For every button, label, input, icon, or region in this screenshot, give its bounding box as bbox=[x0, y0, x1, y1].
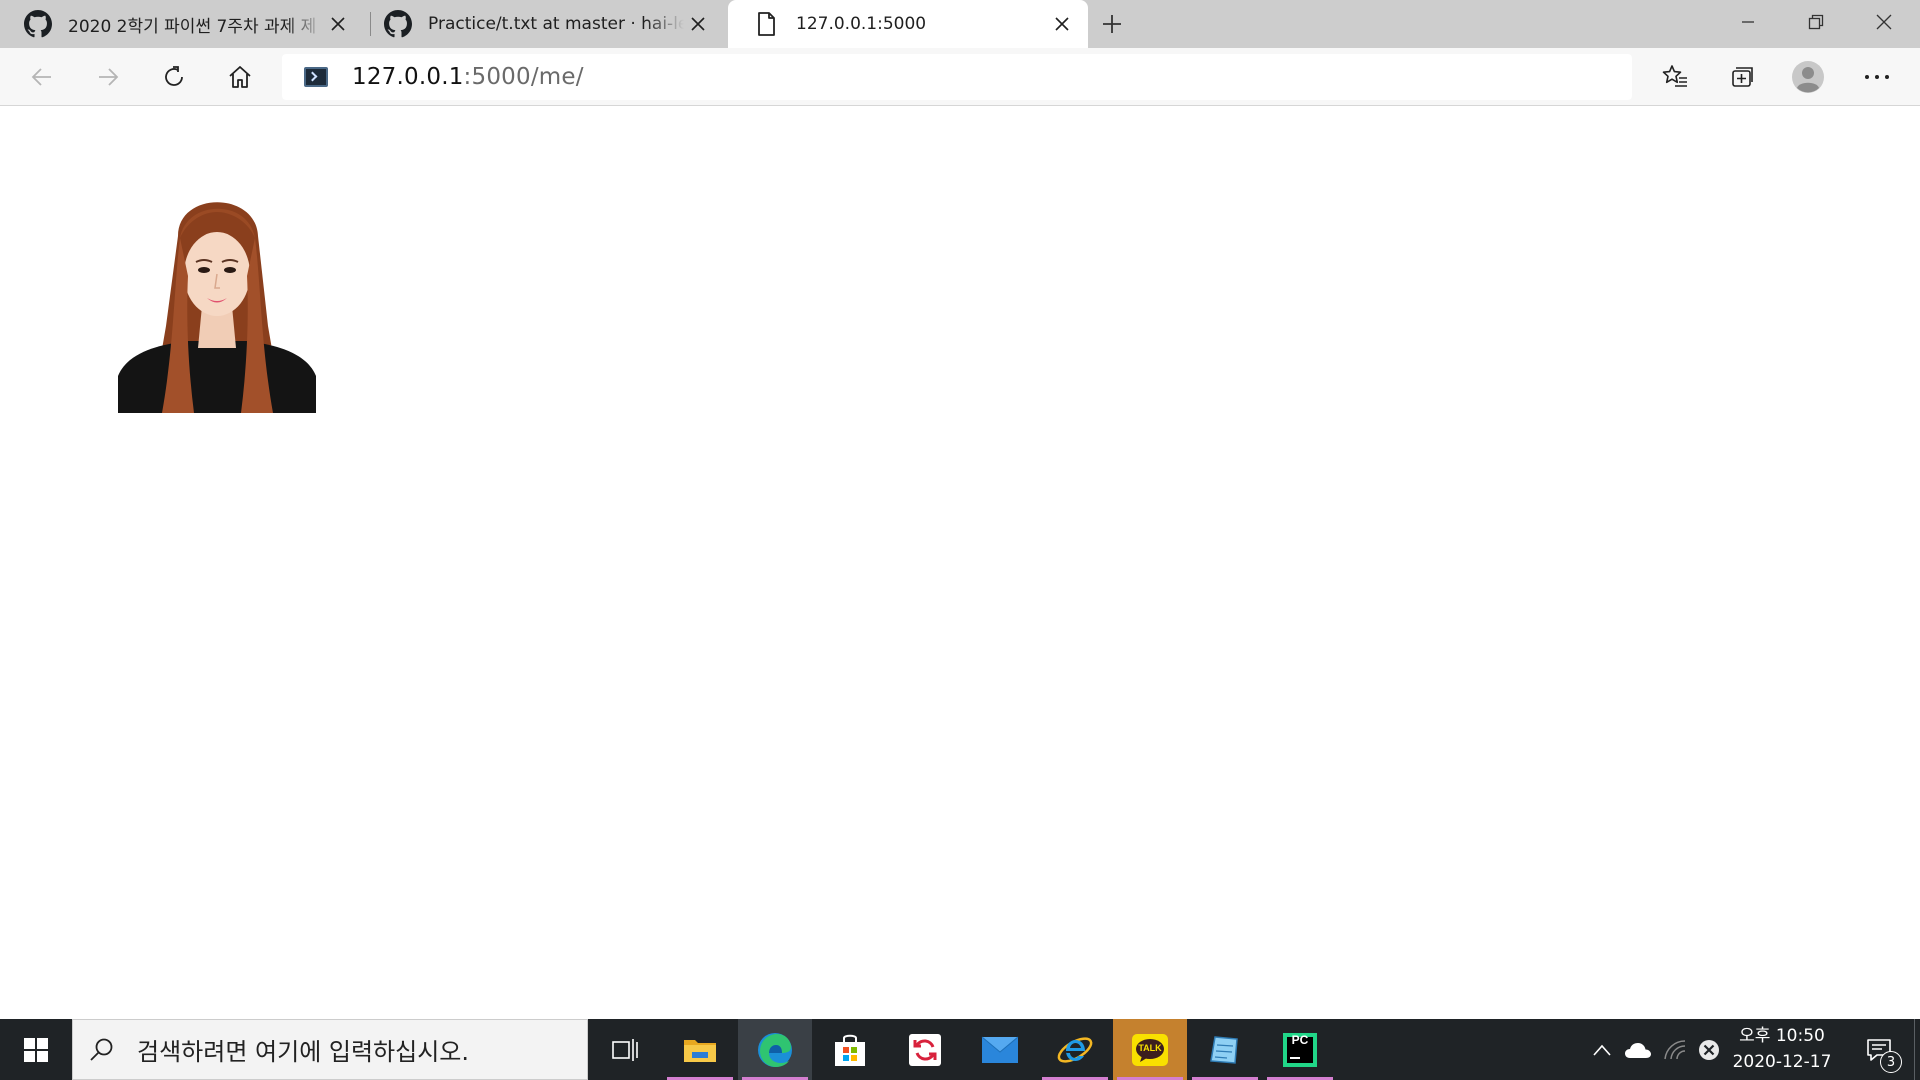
search-placeholder: 검색하려면 여기에 입력하십시오. bbox=[137, 1038, 470, 1066]
sync-icon bbox=[909, 1033, 941, 1066]
url-host: 127.0.0.1 bbox=[352, 64, 464, 90]
notification-count-badge: 3 bbox=[1880, 1051, 1902, 1073]
github-icon bbox=[24, 10, 52, 38]
network-tray-button[interactable] bbox=[1658, 1019, 1692, 1080]
mail-envelope-icon bbox=[981, 1036, 1019, 1063]
windows-logo-icon bbox=[24, 1037, 48, 1062]
url-path: :5000/me/ bbox=[463, 64, 584, 90]
taskbar-search-box[interactable]: 검색하려면 여기에 입력하십시오. bbox=[72, 1019, 588, 1080]
notepad-icon bbox=[1210, 1035, 1238, 1064]
page-content bbox=[0, 107, 1920, 1019]
tab-github-practice[interactable]: Practice/t.txt at master · hai-ley/P bbox=[360, 0, 724, 48]
file-explorer-app[interactable] bbox=[663, 1019, 737, 1080]
search-icon bbox=[90, 1038, 113, 1061]
edge-app[interactable] bbox=[738, 1019, 812, 1080]
clock-date: 2020-12-17 bbox=[1732, 1052, 1832, 1072]
more-dots-icon bbox=[1865, 75, 1889, 79]
onedrive-tray-button[interactable] bbox=[1620, 1019, 1656, 1080]
windows-taskbar: 검색하려면 여기에 입력하십시오. TALK PC 오후 10:50 2020-… bbox=[0, 1019, 1920, 1080]
tab-title: 2020 2학기 파이썬 7주차 과제 제 bbox=[68, 16, 317, 37]
back-button[interactable] bbox=[22, 57, 62, 97]
github-icon bbox=[384, 10, 412, 38]
microsoft-store-app[interactable] bbox=[813, 1019, 887, 1080]
system-clock[interactable]: 오후 10:50 2020-12-17 bbox=[1722, 1023, 1842, 1077]
minimize-icon bbox=[1742, 21, 1754, 23]
close-icon bbox=[1876, 14, 1892, 30]
edge-browser-icon bbox=[758, 1032, 792, 1067]
arrow-left-icon bbox=[31, 68, 51, 86]
chevron-up-icon bbox=[1593, 1044, 1611, 1056]
favorites-button[interactable] bbox=[1655, 57, 1695, 97]
show-desktop-button[interactable] bbox=[1914, 1019, 1920, 1080]
notepad-app[interactable] bbox=[1188, 1019, 1262, 1080]
tab-title: Practice/t.txt at master · hai-ley/P bbox=[428, 14, 684, 34]
plus-icon bbox=[1103, 15, 1121, 33]
profile-button[interactable] bbox=[1788, 57, 1828, 97]
internet-explorer-icon bbox=[1057, 1036, 1093, 1063]
more-menu-button[interactable] bbox=[1857, 57, 1897, 97]
close-tab-icon[interactable] bbox=[684, 10, 712, 38]
task-view-button[interactable] bbox=[588, 1019, 662, 1080]
home-button[interactable] bbox=[220, 57, 260, 97]
show-hidden-icons-button[interactable] bbox=[1586, 1019, 1618, 1080]
store-bag-icon bbox=[835, 1034, 865, 1066]
avatar-icon bbox=[1792, 61, 1824, 93]
minimize-button[interactable] bbox=[1714, 0, 1782, 44]
refresh-icon bbox=[165, 66, 183, 86]
internet-explorer-app[interactable] bbox=[1038, 1019, 1112, 1080]
kakaotalk-app[interactable]: TALK bbox=[1113, 1019, 1187, 1080]
terminal-site-icon bbox=[304, 67, 328, 87]
wifi-disconnected-icon bbox=[1664, 1039, 1686, 1059]
folder-icon bbox=[684, 1039, 716, 1062]
cloud-icon bbox=[1625, 1042, 1651, 1058]
tab-localhost[interactable]: 127.0.0.1:5000 bbox=[728, 0, 1088, 48]
close-tab-icon[interactable] bbox=[1048, 10, 1076, 38]
pycharm-label: PC bbox=[1291, 1033, 1309, 1047]
error-x-icon bbox=[1699, 1039, 1719, 1060]
restore-icon bbox=[1808, 14, 1824, 30]
tab-github-assignment[interactable]: 2020 2학기 파이썬 7주차 과제 제 bbox=[0, 0, 364, 48]
collections-button[interactable] bbox=[1721, 57, 1761, 97]
tab-strip: 2020 2학기 파이썬 7주차 과제 제 Practice/t.txt at … bbox=[0, 0, 1920, 48]
forward-button[interactable] bbox=[88, 57, 128, 97]
browser-toolbar: 127.0.0.1:5000/me/ bbox=[0, 48, 1920, 106]
url-text[interactable]: 127.0.0.1:5000/me/ bbox=[352, 64, 584, 90]
sync-app[interactable] bbox=[888, 1019, 962, 1080]
action-center-button[interactable]: 3 bbox=[1852, 1019, 1906, 1080]
clock-time: 오후 10:50 bbox=[1739, 1026, 1825, 1046]
volume-muted-tray-button[interactable] bbox=[1694, 1019, 1724, 1080]
favorites-star-icon bbox=[1662, 65, 1687, 87]
close-tab-icon[interactable] bbox=[324, 10, 352, 38]
start-button[interactable] bbox=[0, 1019, 72, 1080]
new-tab-button[interactable] bbox=[1096, 8, 1128, 40]
arrow-right-icon bbox=[99, 68, 119, 86]
pycharm-app[interactable]: PC bbox=[1263, 1019, 1337, 1080]
restore-button[interactable] bbox=[1782, 0, 1850, 44]
close-window-button[interactable] bbox=[1850, 0, 1918, 44]
address-bar[interactable]: 127.0.0.1:5000/me/ bbox=[282, 54, 1632, 100]
kakaotalk-label: TALK bbox=[1138, 1043, 1162, 1053]
home-icon bbox=[229, 66, 251, 88]
page-icon bbox=[758, 12, 775, 36]
tab-title: 127.0.0.1:5000 bbox=[796, 14, 927, 34]
profile-photo bbox=[118, 176, 316, 413]
collections-icon bbox=[1732, 67, 1753, 87]
mail-app[interactable] bbox=[963, 1019, 1037, 1080]
task-view-icon bbox=[612, 1038, 638, 1061]
refresh-button[interactable] bbox=[154, 57, 194, 97]
